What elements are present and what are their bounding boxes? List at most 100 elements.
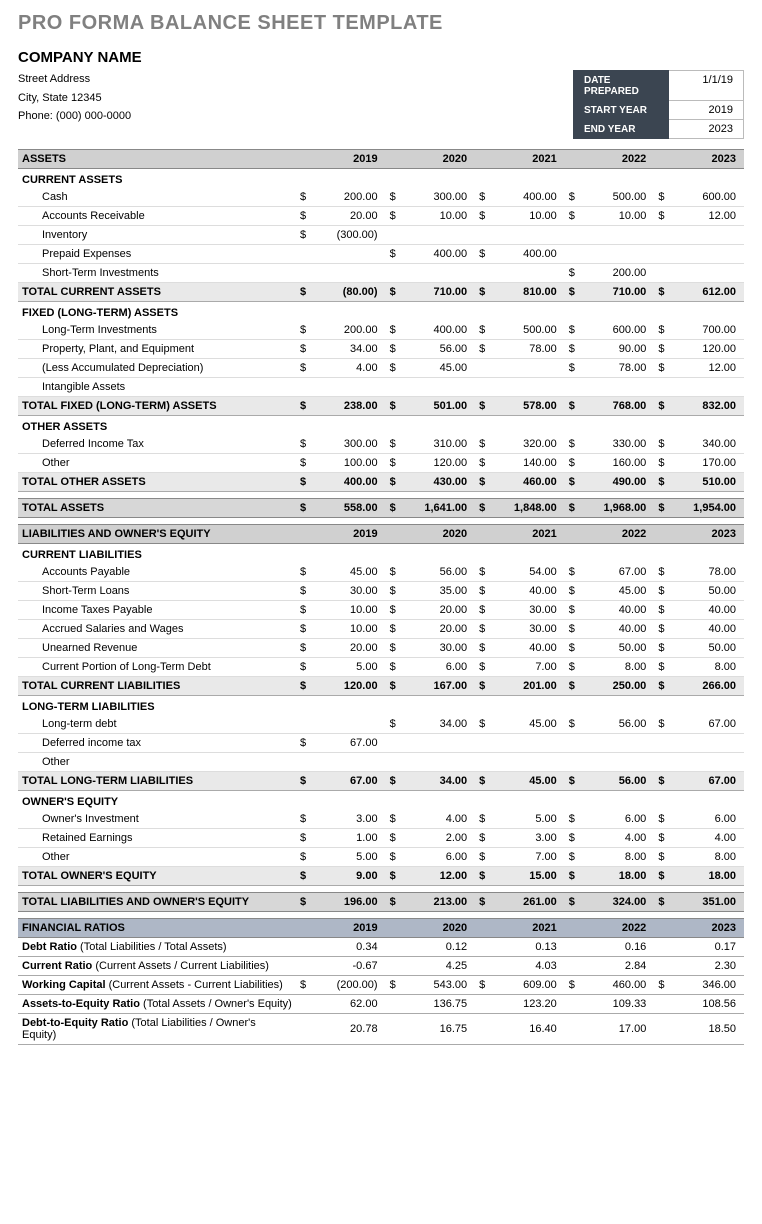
currency-symbol: $ bbox=[565, 867, 582, 886]
currency-symbol: $ bbox=[475, 473, 492, 492]
template-title: PRO FORMA BALANCE SHEET TEMPLATE bbox=[18, 12, 744, 35]
currency-symbol: $ bbox=[296, 772, 313, 791]
currency-symbol: $ bbox=[475, 499, 492, 518]
currency-symbol: $ bbox=[475, 245, 492, 264]
meta-box: DATE PREPARED 1/1/19 START YEAR 2019 END… bbox=[573, 70, 744, 139]
currency-symbol: $ bbox=[565, 264, 582, 283]
currency-symbol: $ bbox=[386, 810, 403, 829]
line-value: 45.00 bbox=[403, 359, 476, 378]
line-value: 500.00 bbox=[582, 188, 655, 207]
line-value: 310.00 bbox=[403, 435, 476, 454]
currency-symbol: $ bbox=[386, 715, 403, 734]
currency-symbol: $ bbox=[565, 639, 582, 658]
line-value: 200.00 bbox=[313, 321, 386, 340]
year-header: 2019 bbox=[313, 919, 386, 938]
currency-symbol: $ bbox=[386, 473, 403, 492]
currency-symbol bbox=[654, 938, 671, 957]
year-header: 2019 bbox=[313, 525, 386, 544]
currency-symbol bbox=[386, 995, 403, 1014]
currency-symbol: $ bbox=[565, 893, 582, 912]
line-value: 34.00 bbox=[403, 715, 476, 734]
line-value: 340.00 bbox=[671, 435, 744, 454]
line-label: TOTAL OWNER'S EQUITY bbox=[18, 867, 296, 886]
currency-symbol: $ bbox=[475, 340, 492, 359]
currency-symbol bbox=[475, 938, 492, 957]
balance-sheet-table: ASSETS20192020202120222023CURRENT ASSETS… bbox=[18, 149, 744, 1045]
line-value: 1,968.00 bbox=[582, 499, 655, 518]
currency-symbol: $ bbox=[386, 340, 403, 359]
line-label: Other bbox=[18, 753, 296, 772]
line-value: 7.00 bbox=[492, 658, 565, 677]
currency-symbol bbox=[475, 957, 492, 976]
currency-symbol: $ bbox=[654, 601, 671, 620]
line-value: 170.00 bbox=[671, 454, 744, 473]
line-value: 10.00 bbox=[313, 620, 386, 639]
currency-symbol: $ bbox=[565, 620, 582, 639]
line-label: Property, Plant, and Equipment bbox=[18, 340, 296, 359]
currency-symbol: $ bbox=[386, 563, 403, 582]
line-label: TOTAL LIABILITIES AND OWNER'S EQUITY bbox=[18, 893, 296, 912]
currency-symbol: $ bbox=[296, 188, 313, 207]
currency-symbol bbox=[386, 264, 403, 283]
currency-symbol: $ bbox=[654, 677, 671, 696]
line-value bbox=[582, 753, 655, 772]
line-label: Accounts Payable bbox=[18, 563, 296, 582]
line-value: 200.00 bbox=[582, 264, 655, 283]
currency-symbol: $ bbox=[565, 397, 582, 416]
currency-symbol: $ bbox=[654, 867, 671, 886]
line-value: 78.00 bbox=[582, 359, 655, 378]
currency-symbol: $ bbox=[386, 454, 403, 473]
line-value: 710.00 bbox=[403, 283, 476, 302]
line-value: 10.00 bbox=[492, 207, 565, 226]
line-value: 20.00 bbox=[403, 620, 476, 639]
currency-symbol: $ bbox=[475, 563, 492, 582]
line-label: Income Taxes Payable bbox=[18, 601, 296, 620]
line-label: TOTAL CURRENT ASSETS bbox=[18, 283, 296, 302]
ratio-value: 543.00 bbox=[403, 976, 476, 995]
line-label: Deferred Income Tax bbox=[18, 435, 296, 454]
ratio-value: 16.75 bbox=[403, 1014, 476, 1045]
currency-symbol bbox=[565, 245, 582, 264]
currency-symbol bbox=[296, 245, 313, 264]
currency-symbol: $ bbox=[386, 829, 403, 848]
line-value: 700.00 bbox=[671, 321, 744, 340]
line-label: Inventory bbox=[18, 226, 296, 245]
line-value: 67.00 bbox=[671, 715, 744, 734]
currency-symbol bbox=[475, 995, 492, 1014]
currency-symbol: $ bbox=[565, 715, 582, 734]
line-value: 67.00 bbox=[313, 772, 386, 791]
address-block: Street Address City, State 12345 Phone: … bbox=[18, 70, 131, 126]
line-value: 160.00 bbox=[582, 454, 655, 473]
currency-symbol: $ bbox=[565, 454, 582, 473]
currency-symbol bbox=[296, 378, 313, 397]
line-value: 201.00 bbox=[492, 677, 565, 696]
currency-symbol: $ bbox=[654, 658, 671, 677]
currency-symbol: $ bbox=[296, 848, 313, 867]
currency-symbol: $ bbox=[654, 563, 671, 582]
line-label: Owner's Investment bbox=[18, 810, 296, 829]
currency-symbol: $ bbox=[296, 734, 313, 753]
line-value: 45.00 bbox=[582, 582, 655, 601]
line-label: TOTAL FIXED (LONG-TERM) ASSETS bbox=[18, 397, 296, 416]
currency-symbol bbox=[475, 378, 492, 397]
line-value: 1,641.00 bbox=[403, 499, 476, 518]
line-label: Short-Term Investments bbox=[18, 264, 296, 283]
line-value: 45.00 bbox=[313, 563, 386, 582]
ratio-value: (200.00) bbox=[313, 976, 386, 995]
line-value: 20.00 bbox=[313, 639, 386, 658]
phone: Phone: (000) 000-0000 bbox=[18, 107, 131, 126]
currency-symbol: $ bbox=[565, 810, 582, 829]
ratio-value: 109.33 bbox=[582, 995, 655, 1014]
currency-symbol: $ bbox=[654, 893, 671, 912]
currency-symbol bbox=[296, 753, 313, 772]
line-value: 6.00 bbox=[403, 658, 476, 677]
line-label: Prepaid Expenses bbox=[18, 245, 296, 264]
line-value bbox=[671, 226, 744, 245]
ratio-value: 17.00 bbox=[582, 1014, 655, 1045]
currency-symbol bbox=[565, 226, 582, 245]
line-value: 400.00 bbox=[492, 245, 565, 264]
line-value: 6.00 bbox=[403, 848, 476, 867]
currency-symbol bbox=[654, 1014, 671, 1045]
currency-symbol: $ bbox=[475, 810, 492, 829]
currency-symbol: $ bbox=[654, 620, 671, 639]
